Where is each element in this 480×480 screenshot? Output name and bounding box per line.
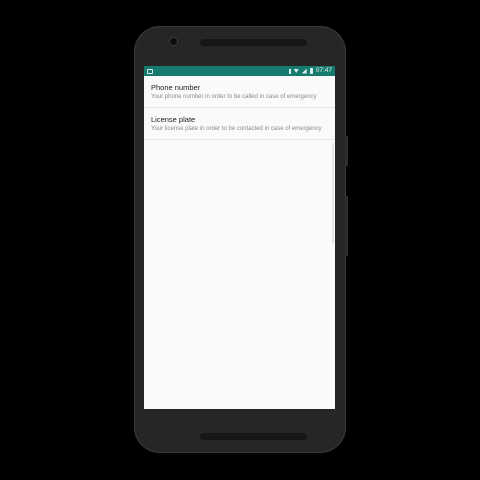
top-speaker xyxy=(200,39,307,46)
scrollbar[interactable] xyxy=(332,143,334,243)
settings-item-summary: Your phone number in order to be called … xyxy=(151,94,317,100)
bottom-speaker xyxy=(200,433,307,440)
front-camera xyxy=(170,38,177,45)
settings-item-summary: Your license plate in order to be contac… xyxy=(151,126,322,132)
bluetooth-icon xyxy=(288,68,291,74)
app-screen: 07:47 Phone number Your phone number in … xyxy=(144,66,335,409)
settings-item-title: Phone number xyxy=(151,83,201,92)
volume-button xyxy=(345,196,348,256)
status-time: 07:47 xyxy=(315,67,332,74)
power-button xyxy=(345,136,348,166)
status-icons: 07:47 xyxy=(288,66,332,76)
signal-icon xyxy=(301,68,307,74)
phone-frame: 07:47 Phone number Your phone number in … xyxy=(134,26,346,453)
wifi-icon xyxy=(293,69,299,73)
settings-item-license-plate[interactable]: License plate Your license plate in orde… xyxy=(144,108,335,140)
settings-item-phone-number[interactable]: Phone number Your phone number in order … xyxy=(144,76,335,108)
settings-list: Phone number Your phone number in order … xyxy=(144,76,335,140)
save-icon xyxy=(147,68,153,74)
status-bar: 07:47 xyxy=(144,66,335,76)
settings-item-title: License plate xyxy=(151,115,196,124)
battery-icon xyxy=(309,68,313,74)
